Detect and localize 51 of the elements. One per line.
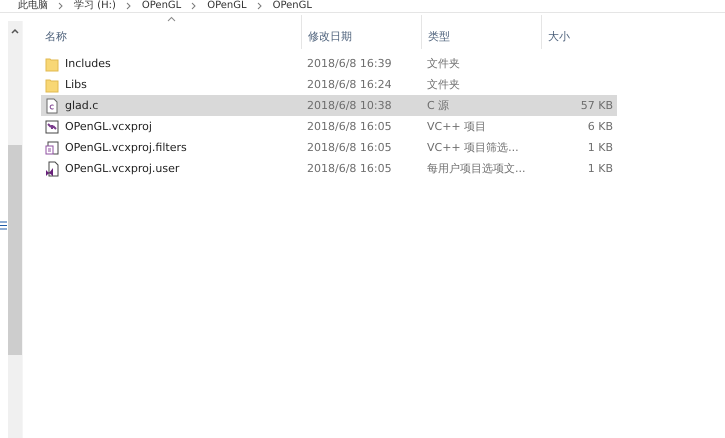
user-file-icon <box>45 160 59 176</box>
type-cell-text: 每用户项目选项文... <box>426 161 526 177</box>
scroll-up-icon[interactable] <box>11 27 19 35</box>
date-cell-text: 2018/6/8 16:24 <box>306 77 393 93</box>
c-file-icon <box>45 98 59 114</box>
date-cell-text: 2018/6/8 16:05 <box>306 161 393 177</box>
file-name-cell[interactable]: Includes <box>41 53 301 74</box>
folder-icon <box>45 76 59 92</box>
file-name-cell[interactable]: OPenGL.vcxproj.filters <box>41 137 301 158</box>
sort-caret-icon <box>167 16 176 22</box>
size-cell-text: 1 KB <box>586 161 614 177</box>
type-cell-text: 文件夹 <box>426 77 461 93</box>
file-name: OPenGL.vcxproj <box>65 120 152 133</box>
file-name: Libs <box>65 78 87 91</box>
date-cell-text: 2018/6/8 16:39 <box>306 56 393 72</box>
file-name-cell[interactable]: Libs <box>41 74 301 95</box>
folder-icon <box>45 56 59 72</box>
size-cell: 57 KB <box>541 95 617 116</box>
project-file-icon <box>45 118 59 134</box>
scrollbar[interactable] <box>8 21 23 438</box>
file-name-cell[interactable]: OPenGL.vcxproj <box>41 116 301 137</box>
size-cell-text: 1 KB <box>586 140 614 156</box>
column-header[interactable]: 名称 <box>41 15 301 49</box>
filter-file-icon <box>45 140 59 156</box>
scrollbar-thumb[interactable] <box>8 145 22 355</box>
breadcrumb-item[interactable]: OPenGL <box>207 0 247 12</box>
chevron-icon <box>191 2 198 10</box>
breadcrumb-item[interactable]: OPenGL <box>142 0 182 12</box>
file-name: OPenGL.vcxproj.filters <box>65 141 187 154</box>
date-cell-text: 2018/6/8 16:05 <box>306 140 393 156</box>
column-header[interactable]: 类型 <box>421 15 541 49</box>
file-name-cell[interactable]: OPenGL.vcxproj.user <box>41 158 301 179</box>
file-name: glad.c <box>65 99 98 112</box>
column-header[interactable]: 修改日期 <box>301 15 421 49</box>
file-name: Includes <box>65 57 111 70</box>
file-name-cell[interactable]: glad.c <box>41 95 301 116</box>
date-cell: 2018/6/8 10:38 <box>301 95 421 116</box>
chevron-icon <box>58 2 64 10</box>
breadcrumb-item[interactable]: OPenGL <box>272 0 312 12</box>
type-cell-text: 文件夹 <box>426 56 461 72</box>
type-cell: C 源 <box>421 95 541 116</box>
column-header[interactable]: 大小 <box>541 15 617 49</box>
date-cell-text: 2018/6/8 16:05 <box>306 119 393 135</box>
file-name: OPenGL.vcxproj.user <box>65 162 180 175</box>
chevron-icon <box>256 2 263 10</box>
type-cell-text: VC++ 项目 <box>426 119 488 135</box>
list-icon <box>0 221 7 230</box>
chevron-icon <box>126 2 132 10</box>
breadcrumb-item[interactable]: 学习 (H:) <box>74 0 116 12</box>
type-cell-text: VC++ 项目筛选... <box>426 140 520 156</box>
size-cell-text: 6 KB <box>586 119 614 135</box>
